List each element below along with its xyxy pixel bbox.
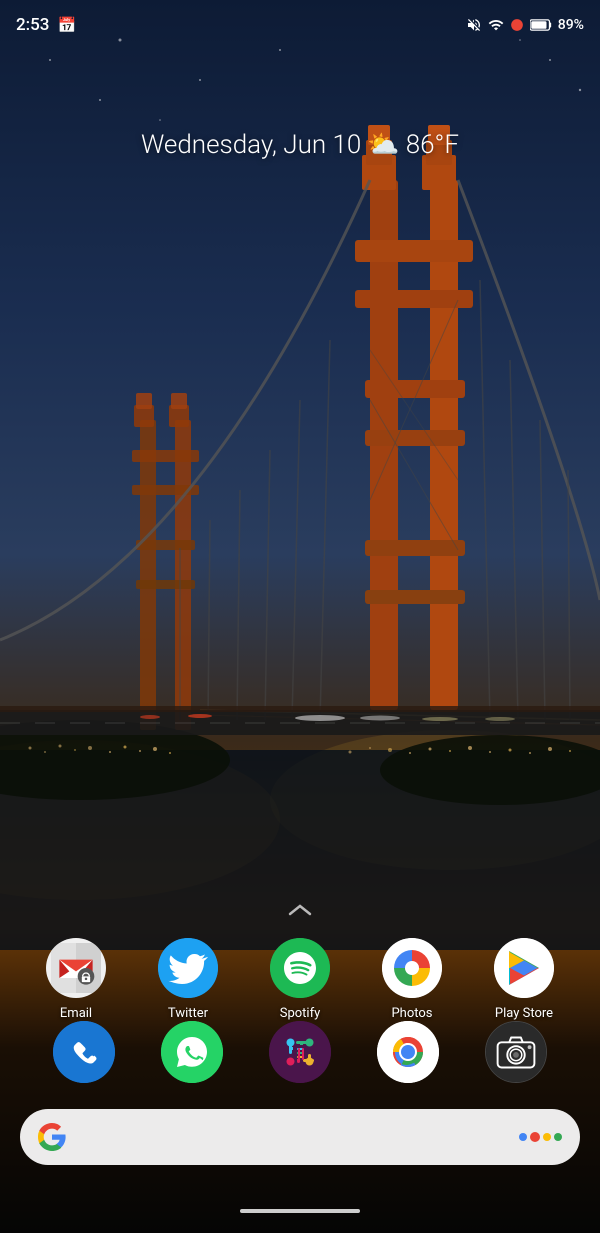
status-bar: 2:53 📅 89%	[0, 0, 600, 50]
photos-app[interactable]: Photos	[367, 938, 457, 1021]
date-widget: Wednesday, Jun 10 ⛅ 86°F	[0, 130, 600, 160]
app-row-1: Email Twitter Spotify	[20, 938, 580, 1021]
temperature-text: 86°F	[406, 130, 459, 160]
camera-icon	[485, 1021, 547, 1083]
twitter-label: Twitter	[168, 1006, 208, 1021]
status-time: 2:53	[16, 15, 49, 35]
phone-icon	[53, 1021, 115, 1083]
email-icon	[46, 938, 106, 998]
chrome-icon	[377, 1021, 439, 1083]
playstore-label: Play Store	[495, 1006, 553, 1021]
photos-label: Photos	[391, 1006, 432, 1021]
playstore-icon	[494, 938, 554, 998]
chrome-app[interactable]	[377, 1021, 439, 1083]
calendar-icon: 📅	[57, 16, 76, 34]
battery-text: 89%	[558, 17, 584, 33]
status-left: 2:53 📅	[16, 15, 76, 35]
photos-icon	[382, 938, 442, 998]
slack-app[interactable]	[269, 1021, 331, 1083]
slack-icon	[269, 1021, 331, 1083]
date-text: Wednesday, Jun 10	[141, 130, 361, 160]
email-label: Email	[60, 1006, 92, 1021]
twitter-icon	[158, 938, 218, 998]
spotify-label: Spotify	[280, 1006, 321, 1021]
weather-icon: ⛅	[367, 130, 399, 160]
home-indicator	[240, 1209, 360, 1213]
dock	[0, 1021, 600, 1083]
whatsapp-icon	[161, 1021, 223, 1083]
app-grid: Email Twitter Spotify	[0, 938, 600, 1033]
search-bar[interactable]	[20, 1109, 580, 1165]
phone-app[interactable]	[53, 1021, 115, 1083]
whatsapp-app[interactable]	[161, 1021, 223, 1083]
email-app[interactable]: Email	[31, 938, 121, 1021]
spotify-icon	[270, 938, 330, 998]
assistant-button[interactable]	[519, 1132, 562, 1142]
weather-display: Wednesday, Jun 10 ⛅ 86°F	[141, 130, 459, 160]
twitter-app[interactable]: Twitter	[143, 938, 233, 1021]
wifi-icon	[488, 17, 504, 33]
playstore-app[interactable]: Play Store	[479, 938, 569, 1021]
spotify-app[interactable]: Spotify	[255, 938, 345, 1021]
record-icon	[510, 18, 524, 32]
google-logo	[38, 1123, 66, 1151]
camera-app[interactable]	[485, 1021, 547, 1083]
dock-arrow	[280, 899, 320, 923]
status-right: 89%	[466, 17, 584, 33]
mute-icon	[466, 17, 482, 33]
battery-icon	[530, 18, 552, 32]
